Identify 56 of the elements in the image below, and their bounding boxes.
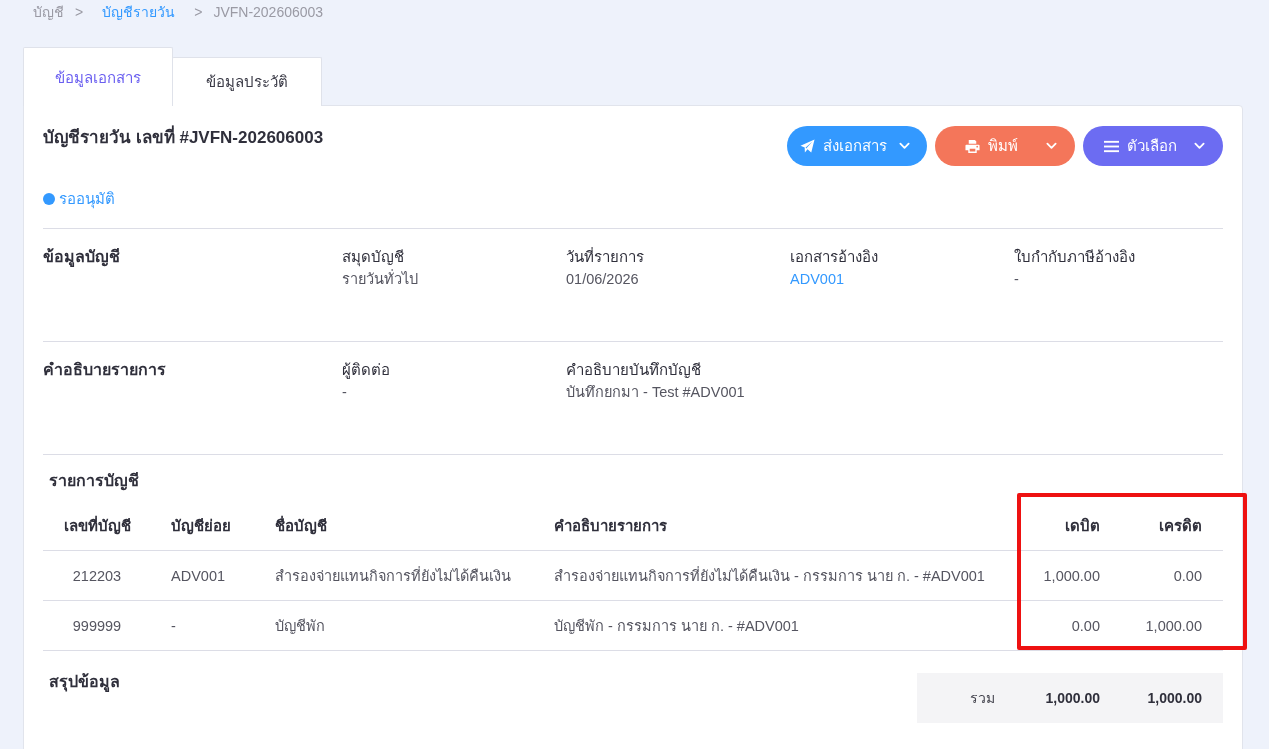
breadcrumb-separator: > — [194, 4, 203, 20]
table-cell: สำรองจ่ายแทนกิจการที่ยังไม่ได้คืนเงิน — [275, 568, 511, 584]
field-value: - — [342, 383, 347, 402]
column-header: ชื่อบัญชี — [275, 516, 327, 534]
status-label: รออนุมัติ — [59, 190, 115, 208]
chevron-down-icon — [1046, 142, 1057, 150]
section-heading: คำอธิบายรายการ — [43, 360, 167, 380]
field-label: เอกสารอ้างอิง — [790, 247, 878, 267]
status-dot-icon — [43, 193, 55, 205]
column-header: คำอธิบายรายการ — [554, 516, 667, 534]
tab[interactable]: ข้อมูลเอกสาร — [23, 47, 173, 106]
section-heading: สรุปข้อมูล — [48, 672, 120, 693]
breadcrumb-link[interactable]: บัญชีรายวัน — [94, 1, 184, 23]
breadcrumb-separator: > — [75, 4, 84, 20]
chevron-down-icon — [899, 142, 910, 150]
print-button[interactable]: พิมพ์ — [935, 126, 1075, 166]
breadcrumb-item[interactable]: บัญชี — [33, 1, 64, 23]
table-cell: บัญชีพัก - กรรมการ นาย ก. - #ADV001 — [554, 618, 799, 634]
field-label: คำอธิบายบันทึกบัญชี — [566, 360, 701, 380]
field-label: สมุดบัญชี — [342, 247, 404, 268]
table-cell: 1,000.00 — [1145, 617, 1202, 634]
tab[interactable]: ข้อมูลประวัติ — [172, 57, 322, 106]
field-label: ใบกำกับภาษีอ้างอิง — [1014, 247, 1135, 267]
field-value: 01/06/2026 — [566, 270, 639, 289]
table-cell: 212203 — [72, 567, 122, 584]
chevron-down-icon — [1194, 142, 1205, 150]
options-button[interactable]: ตัวเลือก — [1083, 126, 1223, 166]
table-cell: 1,000.00 — [1043, 567, 1100, 584]
send-document-button[interactable]: ส่งเอกสาร — [787, 126, 927, 166]
document-title: บัญชีรายวัน เลขที่ #JVFN-202606003 — [43, 127, 324, 149]
field-value: รายวันทั่วไป — [342, 268, 418, 289]
table-cell: สำรองจ่ายแทนกิจการที่ยังไม่ได้คืนเงิน - กรรมการ นาย ก. - #ADV001 — [554, 568, 985, 584]
table-cell: 999999 — [72, 617, 122, 634]
column-header: เดบิต — [1065, 516, 1100, 534]
field-link[interactable]: ADV001 — [790, 268, 844, 290]
table-cell: 0.00 — [1071, 617, 1100, 634]
table-cell: ADV001 — [171, 567, 225, 584]
total-credit: 1,000.00 — [1146, 690, 1203, 706]
section-heading: ข้อมูลบัญชี — [43, 247, 121, 268]
menu-icon — [1104, 138, 1119, 154]
table-cell: - — [171, 617, 176, 634]
field-value: - — [1014, 270, 1019, 289]
column-header: เครดิต — [1159, 516, 1202, 534]
table-cell: 0.00 — [1173, 567, 1202, 584]
section-heading: รายการบัญชี — [48, 471, 139, 492]
total-label: รวม — [969, 689, 996, 708]
field-label: วันที่รายการ — [566, 246, 644, 267]
table-cell: บัญชีพัก — [275, 618, 325, 634]
column-header: บัญชีย่อย — [171, 516, 231, 534]
field-label: ผู้ติดต่อ — [342, 360, 390, 381]
column-header: เลขที่บัญชี — [63, 516, 131, 534]
breadcrumb-current: JVFN-202606003 — [213, 4, 324, 20]
total-debit: 1,000.00 — [1044, 690, 1101, 706]
field-value: บันทึกยกมา - Test #ADV001 — [566, 383, 745, 402]
paper-plane-icon — [800, 138, 815, 154]
printer-icon — [965, 138, 980, 154]
